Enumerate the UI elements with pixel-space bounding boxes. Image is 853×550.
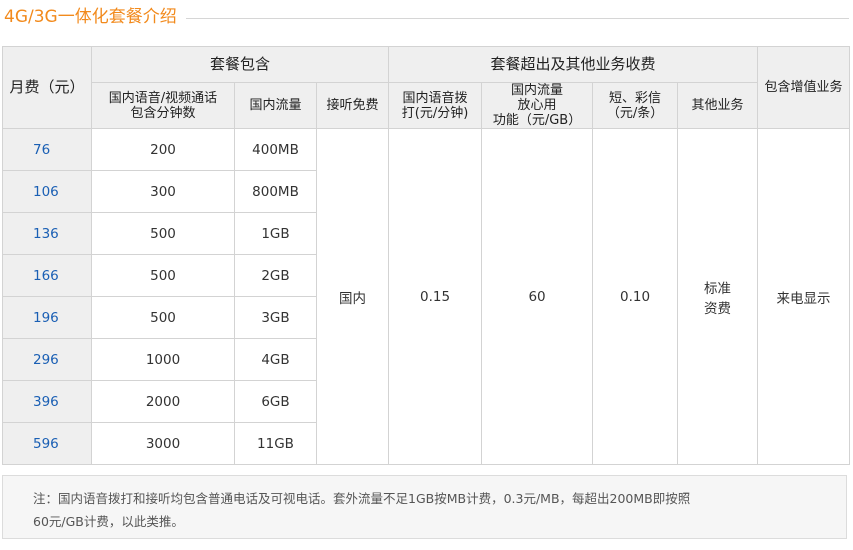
header-text: 功能（元/GB） [492,113,582,128]
fee-cell: 136 [2,212,92,255]
header-monthly-fee: 月费（元） [2,46,92,129]
header-text: （元/条） [606,105,664,121]
data-cell: 3GB [234,296,317,339]
data-cell: 2GB [234,254,317,297]
minutes-cell: 3000 [91,422,235,465]
header-other-services: 其他业务 [677,82,759,129]
section-header: 4G/3G一体化套餐介绍 [4,6,849,30]
other-services-cell: 标准 资费 [677,128,759,465]
minutes-cell: 500 [91,212,235,255]
data-cell: 800MB [234,170,317,213]
fee-cell: 396 [2,380,92,423]
header-text: 国内流量 [511,83,564,99]
header-overage-fees: 套餐超出及其他业务收费 [388,46,759,83]
value-added-cell: 来电显示 [757,128,851,465]
header-sms-rate: 短、彩信 （元/条） [592,82,679,129]
footnote-line: 60元/GB计费，以此类推。 [33,514,184,529]
header-text: 国内语音/视频通话 [108,90,218,106]
minutes-cell: 2000 [91,380,235,423]
data-cell: 6GB [234,380,317,423]
header-value-added: 包含增值业务 [757,46,851,129]
data-rate-cell: 60 [481,128,594,465]
fee-cell: 166 [2,254,92,297]
header-voice-minutes: 国内语音/视频通话 包含分钟数 [91,82,235,129]
other-services-text: 资费 [704,300,732,317]
data-cell: 1GB [234,212,317,255]
header-text: 国内语音拨 [402,90,468,106]
footnote: 注：国内语音拨打和接听均包含普通电话及可视电话。套外流量不足1GB按MB计费，0… [2,475,847,539]
header-voice-rate: 国内语音拨 打(元/分钟) [388,82,483,129]
header-domestic-data: 国内流量 [234,82,317,129]
header-text: 打(元/分钟) [401,105,469,121]
sms-rate-cell: 0.10 [592,128,679,465]
fee-cell: 596 [2,422,92,465]
fee-cell: 106 [2,170,92,213]
table-row: 76 200 400MB 国内 0.15 60 0.10 标准 资费 来电显示 [2,128,851,465]
fee-cell: 296 [2,338,92,381]
header-text: 短、彩信 [609,90,662,106]
footnote-line: 注：国内语音拨打和接听均包含普通电话及可视电话。套外流量不足1GB按MB计费，0… [33,491,691,506]
fee-cell: 196 [2,296,92,339]
data-cell: 11GB [234,422,317,465]
other-services-text: 标准 [704,280,732,297]
data-cell: 4GB [234,338,317,381]
minutes-cell: 200 [91,128,235,171]
header-package-includes: 套餐包含 [90,46,390,83]
title-divider [186,18,849,19]
header-text: 包含分钟数 [130,105,196,121]
header-data-rate: 国内流量 放心用 功能（元/GB） [481,82,594,129]
pricing-table: 月费（元） 套餐包含 套餐超出及其他业务收费 包含增值业务 国内语音/视频通话 … [2,46,851,465]
minutes-cell: 500 [91,254,235,297]
minutes-cell: 300 [91,170,235,213]
minutes-cell: 1000 [91,338,235,381]
data-cell: 400MB [234,128,317,171]
header-text: 放心用 [517,98,557,113]
fee-cell: 76 [2,128,92,171]
header-free-incoming: 接听免费 [315,82,390,129]
free-incoming-cell: 国内 [315,128,390,465]
voice-rate-cell: 0.15 [388,128,483,465]
page-title: 4G/3G一体化套餐介绍 [4,7,177,27]
minutes-cell: 500 [91,296,235,339]
